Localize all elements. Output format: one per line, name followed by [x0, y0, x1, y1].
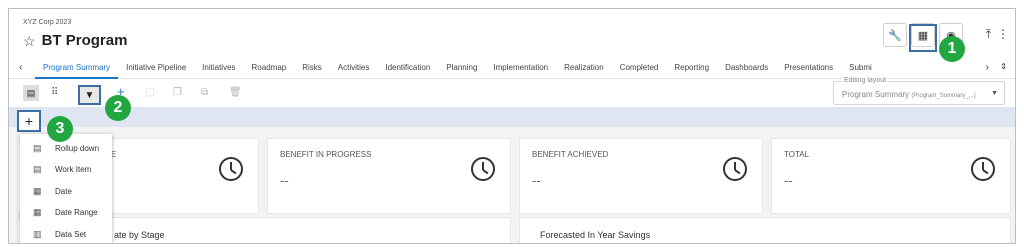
favorite-star-icon[interactable]: ☆ [23, 34, 36, 48]
kpi-card-value: -- [280, 173, 289, 188]
add-filter-menu: ▤ Rollup down ▤ Work Item ▦ Date ▦ Date … [20, 134, 112, 243]
tab-item[interactable]: Activities [330, 59, 378, 79]
org-name: XYZ Corp 2023 [23, 19, 72, 26]
menu-item-label: Date [55, 186, 72, 196]
kpi-card-title: BENEFIT ACHIEVED [532, 150, 609, 159]
tab-item[interactable]: Presentations [776, 59, 841, 79]
select-area-icon[interactable]: ⬚ [145, 87, 154, 98]
kpi-card[interactable]: BENEFIT ACHIEVED -- [519, 138, 763, 214]
tab-item[interactable]: Planning [438, 59, 485, 79]
chart-title: ate by Stage [114, 230, 165, 240]
app-frame: XYZ Corp 2023 ☆ BT Program 🔧 ▦ ◉ ⤒ ⋮ ‹ P… [8, 8, 1016, 244]
tab-bar: ‹ Program Summary Initiative Pipeline Init… [9, 59, 1015, 79]
menu-item-label: Rollup down [55, 143, 100, 153]
menu-item-data-set[interactable]: ▥ Data Set [20, 224, 112, 243]
tab-item[interactable]: Completed [612, 59, 667, 79]
trash-icon[interactable]: 🗑 [229, 87, 242, 98]
tab-item[interactable]: Initiative Pipeline [118, 59, 194, 79]
menu-item-date-range[interactable]: ▦ Date Range [20, 202, 112, 222]
dashboard-area: NE BENEFIT IN PROGRESS -- BENEFIT ACHIEV… [9, 127, 1015, 243]
menu-item-work-item[interactable]: ▤ Work Item [20, 159, 112, 179]
menu-item-date[interactable]: ▦ Date [20, 181, 112, 201]
calendar-icon: ▦ [33, 206, 42, 217]
copy-icon[interactable]: ❐ [173, 87, 182, 98]
calendar-icon: ▦ [33, 185, 42, 196]
chart-title: Forecasted In Year Savings [540, 230, 651, 240]
table-icon: ▥ [33, 228, 42, 239]
kpi-card-title: BENEFIT IN PROGRESS [280, 150, 372, 159]
kpi-card-value: -- [532, 173, 541, 188]
tab-item[interactable]: Reporting [666, 59, 717, 79]
doc-icon: ▤ [33, 142, 42, 153]
tab-item[interactable]: Implementation [485, 59, 556, 79]
editing-layout-value: Program Summary (Program_Summary_...) [842, 90, 976, 99]
callout-badge-2: 2 [105, 95, 131, 121]
tab-item[interactable]: Roadmap [244, 59, 295, 79]
tabs-next-icon[interactable]: › [986, 62, 989, 73]
add-filter-button[interactable]: + [17, 110, 41, 132]
chart-card[interactable]: Forecasted In Year Savings [519, 217, 1011, 243]
kpi-card-title: TOTAL [784, 150, 810, 159]
more-vertical-icon[interactable]: ⋮ [997, 27, 1009, 41]
tab-item[interactable]: Risks [294, 59, 330, 79]
clock-icon [723, 157, 747, 181]
kpi-card-value: -- [784, 173, 793, 188]
callout-badge-1: 1 [939, 36, 965, 62]
tab-item[interactable]: Initiatives [194, 59, 243, 79]
callout-highlight [909, 24, 937, 52]
menu-item-label: Date Range [55, 207, 98, 217]
section-band [9, 107, 1015, 127]
tabs-prev-icon[interactable]: ‹ [19, 62, 22, 73]
callout-badge-3: 3 [47, 116, 73, 142]
duplicate-icon[interactable]: ⧉ [201, 87, 208, 98]
tab-item[interactable]: Submi [841, 59, 880, 79]
tab-list: Program Summary Initiative Pipeline Initia… [35, 59, 880, 79]
chevron-down-icon: ▼ [991, 90, 998, 97]
page-header: ☆ BT Program [23, 32, 127, 49]
kpi-card[interactable]: TOTAL -- [771, 138, 1011, 214]
editing-layout-label: Editing layout [842, 77, 889, 84]
menu-item-label: Data Set [55, 229, 87, 239]
clock-icon [471, 157, 495, 181]
list-view-icon[interactable]: ▤ [23, 85, 39, 101]
filter-icon[interactable]: ▼ [78, 85, 101, 105]
page-title: BT Program [41, 32, 128, 49]
tab-item[interactable]: Program Summary [35, 59, 119, 79]
editing-layout-select[interactable]: Editing layout Program Summary (Program_… [833, 77, 1005, 105]
doc-icon: ▤ [33, 163, 42, 174]
tabs-expand-icon[interactable]: ⇕ [1000, 62, 1007, 71]
tab-item[interactable]: Identification [377, 59, 438, 79]
menu-item-rollup-down[interactable]: ▤ Rollup down [20, 138, 112, 158]
clock-icon [219, 157, 243, 181]
upload-icon[interactable]: ⤒ [986, 27, 991, 42]
kpi-card[interactable]: BENEFIT IN PROGRESS -- [267, 138, 511, 214]
tab-item[interactable]: Realization [556, 59, 612, 79]
clock-icon [971, 157, 995, 181]
tab-item[interactable]: Dashboards [717, 59, 776, 79]
menu-item-label: Work Item [55, 164, 92, 174]
grid-view-icon[interactable]: ⠿ [51, 87, 58, 98]
wrench-icon[interactable]: 🔧 [883, 23, 907, 47]
